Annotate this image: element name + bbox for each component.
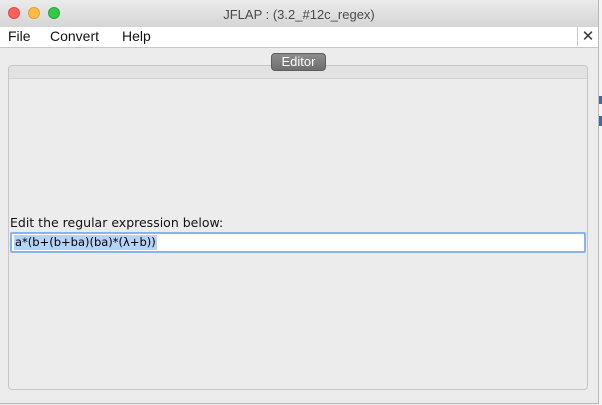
menu-convert[interactable]: Convert	[50, 28, 99, 44]
regex-input[interactable]: a*(b+(b+ba)(ba)*(λ+b))	[10, 232, 586, 253]
menu-file[interactable]: File	[8, 28, 31, 44]
regex-input-value: a*(b+(b+ba)(ba)*(λ+b))	[14, 235, 157, 250]
title-bar[interactable]: JFLAP : (3.2_#12c_regex)	[0, 0, 598, 28]
jflap-window: JFLAP : (3.2_#12c_regex) File Convert He…	[0, 0, 599, 404]
menu-help[interactable]: Help	[122, 28, 151, 44]
regex-prompt-label: Edit the regular expression below:	[10, 215, 224, 230]
close-file-icon[interactable]: ✕	[577, 27, 598, 46]
window-title: JFLAP : (3.2_#12c_regex)	[223, 7, 375, 22]
tab-editor[interactable]: Editor	[271, 53, 326, 71]
menu-bar: File Convert Help ✕	[0, 27, 598, 48]
